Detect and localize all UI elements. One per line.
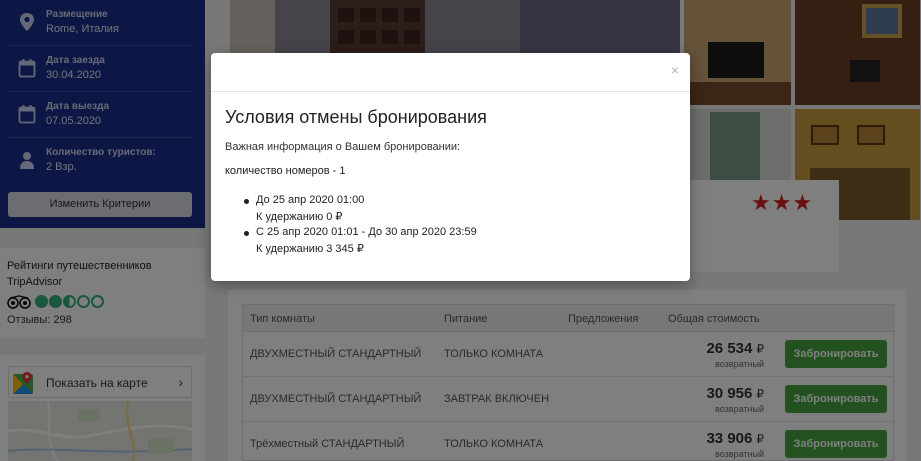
bullet-icon [244,199,249,204]
rooms-count: количество номеров - 1 [225,165,346,177]
modal-title: Условия отмены бронирования [225,107,487,127]
bullet-icon [244,231,249,236]
booking-info-text: Важная информация о Вашем бронировании: [225,141,461,153]
close-icon[interactable]: × [671,63,679,77]
modal-header: × [211,53,690,92]
policy-retention: К удержанию 0 ₽ [256,211,343,223]
policy-period: С 25 апр 2020 01:01 - До 30 апр 2020 23:… [256,226,477,238]
cancellation-policy-modal: × Условия отмены бронирования Важная инф… [211,53,690,281]
policy-period: До 25 апр 2020 01:00 [256,194,365,206]
policy-retention: К удержанию 3 345 ₽ [256,243,364,255]
